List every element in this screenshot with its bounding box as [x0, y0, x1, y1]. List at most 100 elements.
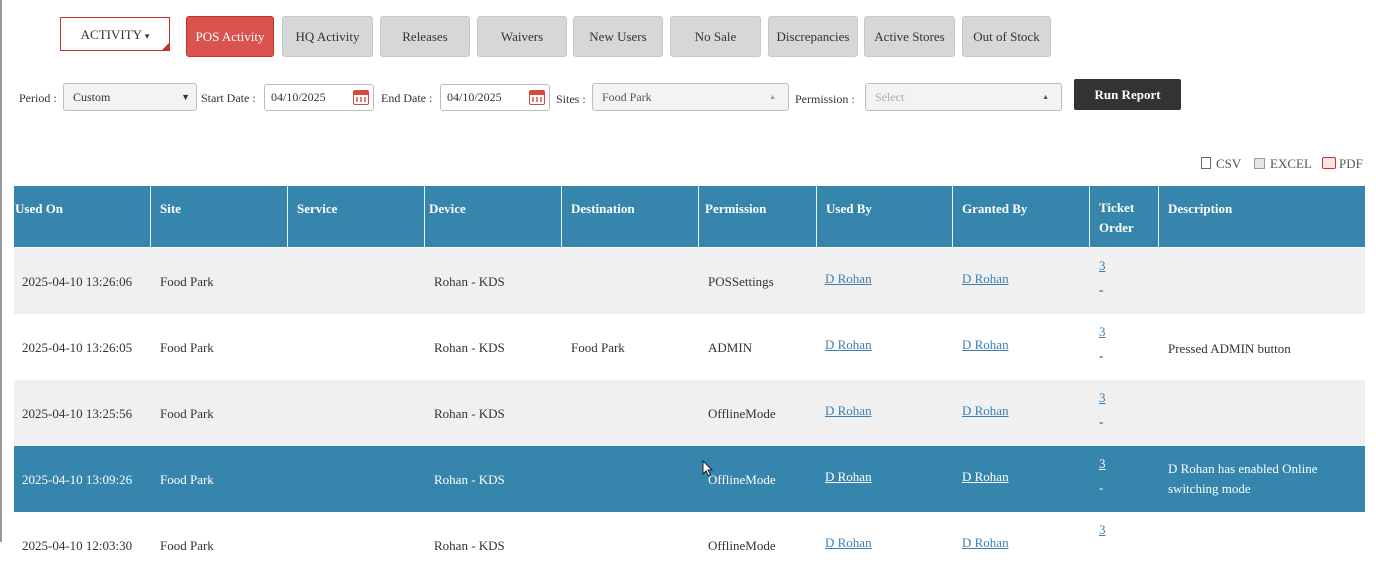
tab-active-stores[interactable]: Active Stores: [864, 16, 955, 57]
tab-label: Releases: [402, 29, 448, 44]
ticket-header-line2: Order: [1099, 220, 1134, 235]
cell-permission: OfflineMode: [708, 472, 776, 487]
ticket-link[interactable]: 3: [1099, 456, 1106, 472]
tab-label: HQ Activity: [295, 29, 360, 44]
col-destination[interactable]: Destination: [562, 186, 699, 247]
period-select[interactable]: Custom ▼: [63, 83, 197, 111]
cell-device: Rohan - KDS: [434, 406, 505, 421]
sites-label: Sites :: [556, 92, 586, 106]
used-by-link[interactable]: D Rohan: [825, 271, 872, 287]
tab-out-of-stock[interactable]: Out of Stock: [962, 16, 1051, 57]
cell-site: Food Park: [160, 538, 214, 553]
cell-used-on: 2025-04-10 13:26:06: [22, 274, 133, 289]
used-by-link[interactable]: D Rohan: [825, 469, 872, 485]
table-row[interactable]: 2025-04-10 13:26:06 Food Park Rohan - KD…: [14, 248, 1365, 314]
end-date-input[interactable]: 04/10/2025: [440, 84, 550, 111]
corner-decoration: [161, 42, 170, 51]
table-row[interactable]: 2025-04-10 13:26:05 Food Park Rohan - KD…: [14, 314, 1365, 380]
cell-used-on: 2025-04-10 13:25:56: [22, 406, 133, 421]
cell-site: Food Park: [160, 340, 214, 355]
cell-used-on: 2025-04-10 13:09:26: [22, 472, 133, 487]
file-icon: [1201, 157, 1211, 169]
tab-hq-activity[interactable]: HQ Activity: [282, 16, 373, 57]
granted-by-link[interactable]: D Rohan: [962, 535, 1009, 551]
end-date-value: 04/10/2025: [447, 90, 502, 104]
ticket-dash: -: [1099, 414, 1104, 429]
caret-down-icon: ▾: [144, 31, 150, 41]
left-border: [0, 0, 2, 542]
mouse-cursor-icon: [702, 460, 714, 477]
tab-label: Active Stores: [874, 29, 945, 44]
csv-label: CSV: [1216, 156, 1242, 171]
ticket-link[interactable]: 3: [1099, 258, 1106, 274]
triangle-up-icon: ▲: [1042, 93, 1049, 101]
col-device[interactable]: Device: [425, 186, 562, 247]
col-ticket-order[interactable]: Ticket Order: [1090, 186, 1159, 247]
export-excel[interactable]: EXCEL: [1254, 156, 1312, 172]
export-csv[interactable]: CSV: [1201, 156, 1241, 172]
used-by-link[interactable]: D Rohan: [825, 535, 872, 551]
col-used-on[interactable]: Used On: [14, 186, 151, 247]
permission-label: Permission :: [795, 92, 855, 106]
cell-permission: OfflineMode: [708, 538, 776, 553]
table-row[interactable]: 2025-04-10 12:03:30 Food Park Rohan - KD…: [14, 512, 1365, 578]
col-service[interactable]: Service: [288, 186, 425, 247]
run-report-button[interactable]: Run Report: [1074, 79, 1181, 110]
col-site[interactable]: Site: [151, 186, 288, 247]
cell-site: Food Park: [160, 472, 214, 487]
tab-label: Discrepancies: [776, 29, 850, 44]
col-description[interactable]: Description: [1159, 186, 1365, 247]
end-date-label: End Date :: [381, 91, 433, 105]
cell-permission: POSSettings: [708, 274, 774, 289]
excel-label: EXCEL: [1270, 156, 1312, 171]
ticket-dash: -: [1099, 282, 1104, 297]
tab-releases[interactable]: Releases: [380, 16, 470, 57]
granted-by-link[interactable]: D Rohan: [962, 271, 1009, 287]
cell-device: Rohan - KDS: [434, 340, 505, 355]
tab-new-users[interactable]: New Users: [573, 16, 663, 57]
cell-permission: ADMIN: [708, 340, 753, 355]
used-by-link[interactable]: D Rohan: [825, 403, 872, 419]
chevron-down-icon: ▼: [181, 92, 190, 102]
granted-by-link[interactable]: D Rohan: [962, 469, 1009, 485]
ticket-link[interactable]: 3: [1099, 390, 1106, 406]
cell-used-on: 2025-04-10 12:03:30: [22, 538, 133, 553]
tab-label: Waivers: [500, 29, 544, 44]
sites-value: Food Park: [602, 90, 652, 104]
pdf-icon: [1322, 157, 1336, 169]
permission-placeholder: Select: [875, 90, 905, 104]
permission-select[interactable]: Select ▲: [865, 83, 1062, 111]
calendar-icon[interactable]: [529, 90, 545, 105]
calendar-icon[interactable]: [353, 90, 369, 105]
period-value: Custom: [73, 90, 111, 104]
col-permission[interactable]: Permission: [699, 186, 817, 247]
ticket-link[interactable]: 3: [1099, 522, 1106, 538]
granted-by-link[interactable]: D Rohan: [962, 337, 1009, 353]
col-used-by[interactable]: Used By: [817, 186, 953, 247]
used-by-link[interactable]: D Rohan: [825, 337, 872, 353]
table-row[interactable]: 2025-04-10 13:25:56 Food Park Rohan - KD…: [14, 380, 1365, 446]
granted-by-link[interactable]: D Rohan: [962, 403, 1009, 419]
ticket-link[interactable]: 3: [1099, 324, 1106, 340]
tab-discrepancies[interactable]: Discrepancies: [768, 16, 858, 57]
pdf-label: PDF: [1339, 156, 1363, 171]
sites-select[interactable]: Food Park ▲: [592, 83, 789, 111]
cell-used-on: 2025-04-10 13:26:05: [22, 340, 133, 355]
tab-waivers[interactable]: Waivers: [477, 16, 567, 57]
activity-menu-button[interactable]: ACTIVITY ▾: [60, 17, 170, 51]
excel-icon: [1254, 158, 1265, 169]
tab-no-sale[interactable]: No Sale: [670, 16, 761, 57]
cell-permission: OfflineMode: [708, 406, 776, 421]
cell-device: Rohan - KDS: [434, 472, 505, 487]
start-date-input[interactable]: 04/10/2025: [264, 84, 374, 111]
start-date-value: 04/10/2025: [271, 90, 326, 104]
table-row-selected[interactable]: 2025-04-10 13:09:26 Food Park Rohan - KD…: [14, 446, 1365, 512]
tab-label: No Sale: [694, 29, 737, 44]
tab-pos-activity[interactable]: POS Activity: [186, 16, 274, 57]
cell-device: Rohan - KDS: [434, 274, 505, 289]
table-header: Used On Site Service Device Destination …: [14, 186, 1365, 247]
export-pdf[interactable]: PDF: [1322, 156, 1363, 172]
cell-site: Food Park: [160, 274, 214, 289]
triangle-up-icon: ▲: [769, 93, 776, 101]
col-granted-by[interactable]: Granted By: [953, 186, 1090, 247]
